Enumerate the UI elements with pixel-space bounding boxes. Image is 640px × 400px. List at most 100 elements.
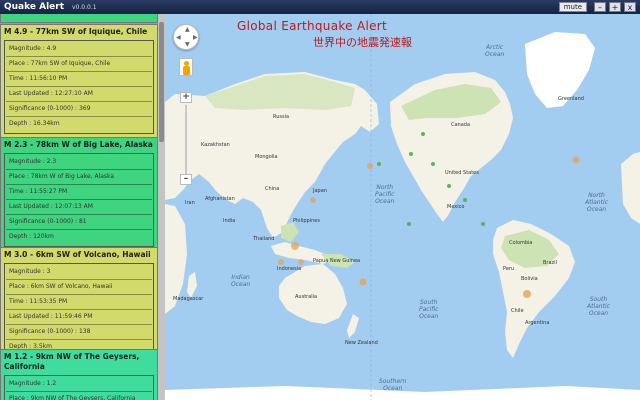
quake-magnitude: Magnitude : 4.9: [6, 42, 152, 57]
quake-magnitude: Magnitude : 1.2: [6, 377, 152, 392]
quake-time: Time : 11:56:10 PM: [6, 72, 152, 87]
scrollbar-thumb[interactable]: [159, 22, 164, 142]
quake-depth: Depth : 16.34km: [9, 120, 60, 127]
map-label: Colombia: [509, 240, 533, 246]
quake-title[interactable]: M 3.0 - 6km SW of Volcano, Hawaii: [1, 248, 157, 262]
quake-title[interactable]: M 2.3 - 78km W of Big Lake, Alaska: [1, 138, 157, 152]
quake-marker: [481, 222, 485, 226]
map-label: Japan: [313, 188, 327, 194]
quake-marker: [291, 242, 299, 250]
quake-marker: [409, 152, 413, 156]
map-label: Russia: [273, 114, 290, 120]
quake-significance: Significance (0-1000) : 369: [6, 102, 152, 117]
map-label: Kazakhstan: [201, 142, 230, 148]
pegman-icon[interactable]: [179, 58, 193, 76]
quake-marker: [377, 162, 381, 166]
quake-marker: [431, 162, 435, 166]
map-label-ocean: Arctic Ocean: [485, 44, 505, 58]
map-label: Brazil: [543, 260, 557, 266]
quake-list[interactable]: M 4.9 - 77km SW of Iquique, Chile Magnit…: [0, 14, 165, 400]
quake-place: Place : 9km NW of The Geysers, Californi…: [9, 395, 136, 400]
quake-magnitude: Magnitude : 3: [6, 265, 152, 280]
map-label: Mongolia: [255, 154, 278, 160]
quake-title[interactable]: M 1.2 - 9km NW of The Geysers, Californi…: [1, 350, 157, 374]
map-label: Canada: [451, 122, 471, 128]
madagascar: [187, 272, 197, 298]
map-label: Peru: [503, 266, 515, 272]
quake-depth: Depth : 120km: [9, 233, 54, 240]
map-label-ocean: Indian Ocean: [231, 274, 251, 288]
mute-button[interactable]: mute: [558, 2, 587, 12]
quake-updated: Last Updated : 11:59:46 PM: [6, 310, 152, 325]
zoom-out-button[interactable]: –: [180, 174, 192, 185]
quake-details: Magnitude : 4.9 Place : 77km SW of Iquiq…: [4, 40, 154, 134]
quake-details: Magnitude : 2.3 Place : 78km W of Big La…: [4, 153, 154, 247]
map-label: Iran: [185, 200, 195, 206]
quake-details: Magnitude : 1.2 Place : 9km NW of The Ge…: [4, 375, 154, 400]
quake-place: Place : 78km W of Big Lake, Alaska: [6, 170, 152, 185]
pan-arrows-icon[interactable]: ▲ ▼ ◀ ▶: [173, 24, 199, 50]
zoom-in-button[interactable]: +: [180, 92, 192, 103]
quake-marker: [407, 222, 411, 226]
quake-updated: Last Updated : 12:27:10 AM: [6, 87, 152, 102]
quake-marker: [359, 278, 367, 286]
map-label-ocean: Southern Ocean: [379, 378, 407, 392]
quake-marker: [572, 156, 580, 164]
quake-time: Time : 11:53:35 PM: [6, 295, 152, 310]
map-label: Greenland: [558, 96, 584, 102]
quake-time: Time : 11:55:27 PM: [6, 185, 152, 200]
quake-marker: [447, 184, 451, 188]
quake-card-geysers[interactable]: M 1.2 - 9km NW of The Geysers, Californi…: [0, 349, 158, 400]
title-bar: Quake Alert v0.0.0.1 mute – + x: [0, 0, 640, 14]
quake-marker: [463, 198, 467, 202]
map-label-ocean: North Pacific Ocean: [375, 184, 395, 205]
map-label: Papua New Guinea: [313, 258, 361, 264]
map-land-layer: [165, 14, 640, 400]
quake-significance: Significance (0-1000) : 138: [6, 325, 152, 340]
quake-significance: Significance (0-1000) : 81: [6, 215, 152, 230]
quake-marker: [367, 163, 373, 169]
map-label: China: [265, 186, 280, 192]
app-title: Quake Alert: [4, 2, 65, 12]
map-label: Madagascar: [173, 296, 204, 302]
zoom-slider[interactable]: [185, 105, 187, 177]
quake-title[interactable]: M 4.9 - 77km SW of Iquique, Chile: [1, 25, 157, 39]
maximize-button[interactable]: +: [609, 2, 621, 12]
quake-magnitude: Magnitude : 2.3: [6, 155, 152, 170]
map-label: Afghanistan: [205, 196, 235, 202]
quake-marker: [421, 132, 425, 136]
map-label-ocean: North Atlantic Ocean: [585, 192, 608, 213]
europe-edge-right: [621, 152, 640, 224]
map-label: New Zealand: [345, 340, 378, 346]
map-label-ocean: South Atlantic Ocean: [587, 296, 610, 317]
quake-card-partial[interactable]: [0, 14, 158, 23]
quake-updated: Last Updated : 12:07:13 AM: [6, 200, 152, 215]
quake-place: Place : 77km SW of Iquique, Chile: [6, 57, 152, 72]
map-label: India: [223, 218, 236, 224]
quake-card-volcano[interactable]: M 3.0 - 6km SW of Volcano, Hawaii Magnit…: [0, 247, 158, 361]
map-label: Philippines: [293, 218, 320, 224]
minimize-button[interactable]: –: [594, 2, 606, 12]
map-label: Mexico: [447, 204, 465, 210]
quake-marker: [298, 259, 304, 265]
map-label-ocean: South Pacific Ocean: [419, 299, 439, 320]
app-version: v0.0.0.1: [72, 3, 97, 11]
quake-marker: [278, 259, 284, 265]
quake-card-iquique[interactable]: M 4.9 - 77km SW of Iquique, Chile Magnit…: [0, 24, 158, 138]
overlay-subtitle: 世界中の地震発速報: [313, 36, 412, 49]
map-label: United States: [445, 170, 479, 176]
new-zealand: [347, 314, 359, 338]
quake-card-big-lake[interactable]: M 2.3 - 78km W of Big Lake, Alaska Magni…: [0, 137, 158, 251]
map-label: Australia: [295, 294, 318, 300]
sidebar-scrollbar[interactable]: [158, 14, 165, 400]
world-map[interactable]: Global Earthquake Alert 世界中の地震発速報 ▲ ▼ ◀ …: [165, 14, 640, 400]
window-controls: mute – + x: [558, 2, 636, 12]
quake-marker: [523, 290, 531, 298]
quake-place: Place : 6km SW of Volcano, Hawaii: [6, 280, 152, 295]
close-button[interactable]: x: [624, 2, 636, 12]
map-label: Bolivia: [521, 276, 538, 282]
map-label: Thailand: [253, 236, 275, 242]
overlay-title: Global Earthquake Alert: [237, 19, 388, 33]
quake-details: Magnitude : 3 Place : 6km SW of Volcano,…: [4, 263, 154, 357]
map-label: Chile: [511, 308, 524, 314]
